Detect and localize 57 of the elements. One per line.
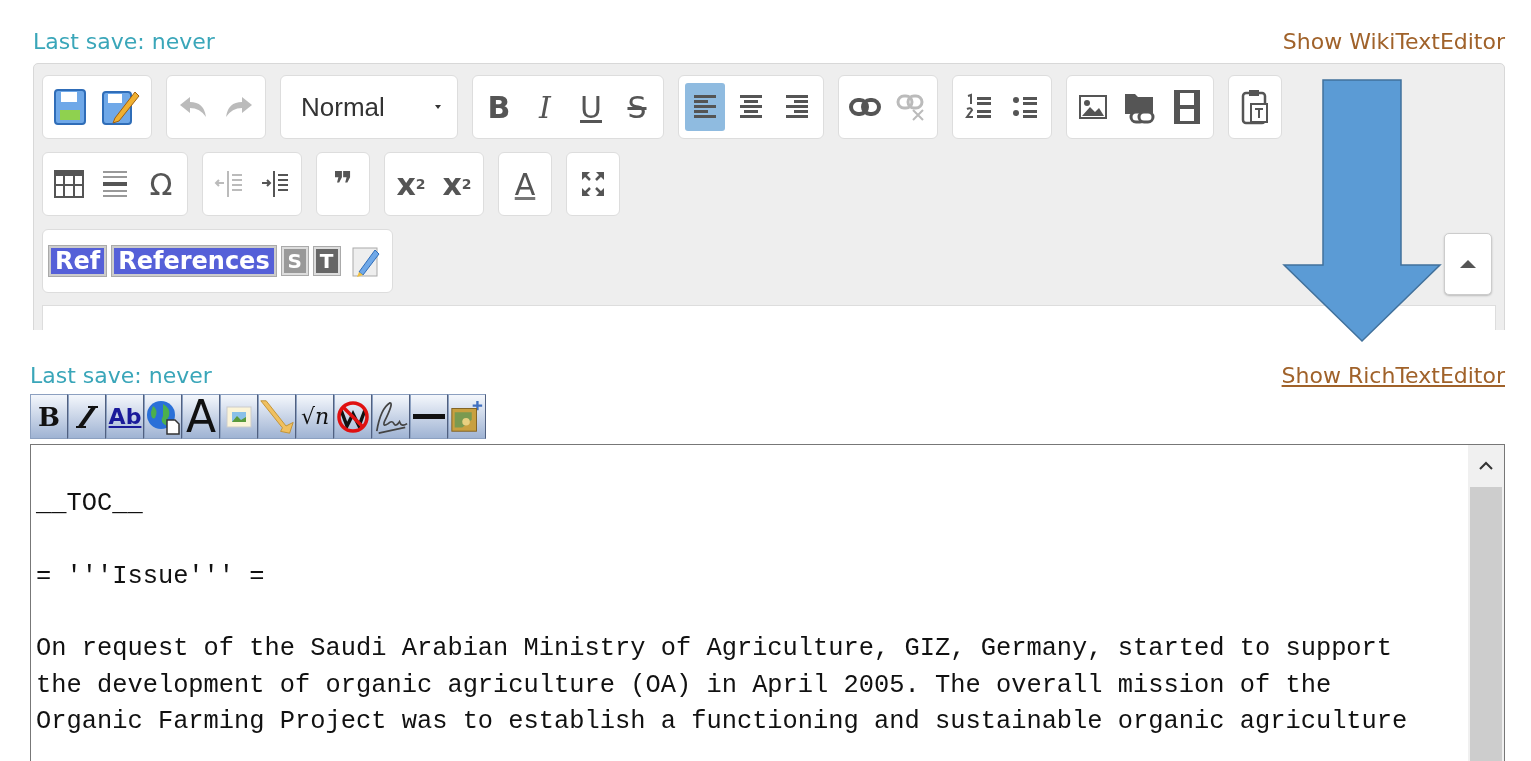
- caret-icon: [435, 105, 441, 109]
- horizontal-rule-icon: [101, 168, 129, 200]
- align-right-icon: [784, 93, 810, 121]
- save-status: Last save: never: [33, 28, 215, 54]
- clipboard-icon: [1241, 88, 1269, 126]
- format-button[interactable]: x$^{2}$: [437, 160, 477, 208]
- wikitext-line: Organic Farming Project was to establish a functioning and sustainable organic agriculture: [36, 706, 1409, 739]
- wikitext-line: the development of organic agriculture (OA) in April 2005. The overall mission of the: [36, 669, 1333, 702]
- format-button[interactable]: Ω: [141, 160, 181, 208]
- toolbar-button[interactable]: [68, 394, 106, 439]
- format-button[interactable]: ❞: [323, 160, 363, 208]
- tag-button[interactable]: T: [313, 247, 340, 275]
- toolbar-button[interactable]: [144, 394, 182, 439]
- image-icon: [225, 403, 253, 430]
- table-icon: [53, 169, 85, 199]
- scrollbar-thumb[interactable]: [1470, 487, 1502, 761]
- toolbar-button[interactable]: A: [182, 394, 220, 439]
- redo-icon: [224, 95, 254, 119]
- toolbar-button[interactable]: Ab: [106, 394, 144, 439]
- format-button[interactable]: S: [617, 83, 657, 131]
- maximize-icon: [579, 169, 607, 199]
- tag-button[interactable]: Ref: [49, 246, 107, 276]
- editor-switch-link[interactable]: Show WikiTextEditor: [1282, 28, 1505, 54]
- format-button[interactable]: U: [571, 83, 611, 131]
- outdent-icon: [214, 169, 244, 199]
- tag-button[interactable]: References: [112, 246, 276, 276]
- prohibited-w-icon: [336, 399, 370, 434]
- undo-icon: [178, 95, 208, 119]
- broken-link-icon: [896, 93, 926, 121]
- save-status: Last save: never: [30, 362, 212, 388]
- indent-icon: [260, 169, 290, 199]
- floppy-pencil-icon: [101, 88, 141, 126]
- align-left-icon: [692, 93, 718, 121]
- wikitext-field[interactable]: [30, 444, 1505, 761]
- triangle-up-icon: [1460, 260, 1476, 268]
- editor-switch-link[interactable]: Show RichTextEditor: [1281, 362, 1505, 388]
- format-button[interactable]: A: [505, 160, 545, 208]
- numbered-list-icon: [965, 93, 993, 121]
- format-dropdown[interactable]: Normal: [280, 75, 458, 139]
- toolbar-button[interactable]: [334, 394, 372, 439]
- wikitext-line: = '''Issue''' =: [36, 560, 266, 593]
- toolbar-button[interactable]: B: [30, 394, 68, 439]
- format-button[interactable]: I: [525, 83, 565, 131]
- italic-icon: [74, 404, 100, 429]
- toolbar-button[interactable]: [372, 394, 410, 439]
- note-pencil-icon: [350, 244, 381, 278]
- wikitext-line: __TOC__: [36, 488, 144, 521]
- scroll-up-icon[interactable]: [1479, 460, 1493, 470]
- format-button[interactable]: B: [479, 83, 519, 131]
- chain-link-icon: [849, 96, 881, 118]
- toolbar-button[interactable]: √n: [296, 394, 334, 439]
- align-center-icon: [738, 93, 764, 121]
- toolbar-button[interactable]: [410, 394, 448, 439]
- down-arrow-icon: [1282, 79, 1442, 343]
- film-strip-icon: [1172, 88, 1202, 126]
- wikitext-line: On request of the Saudi Arabian Ministry of Agriculture, GIZ, Germany, started to support: [36, 633, 1394, 666]
- image-icon: [1078, 93, 1108, 121]
